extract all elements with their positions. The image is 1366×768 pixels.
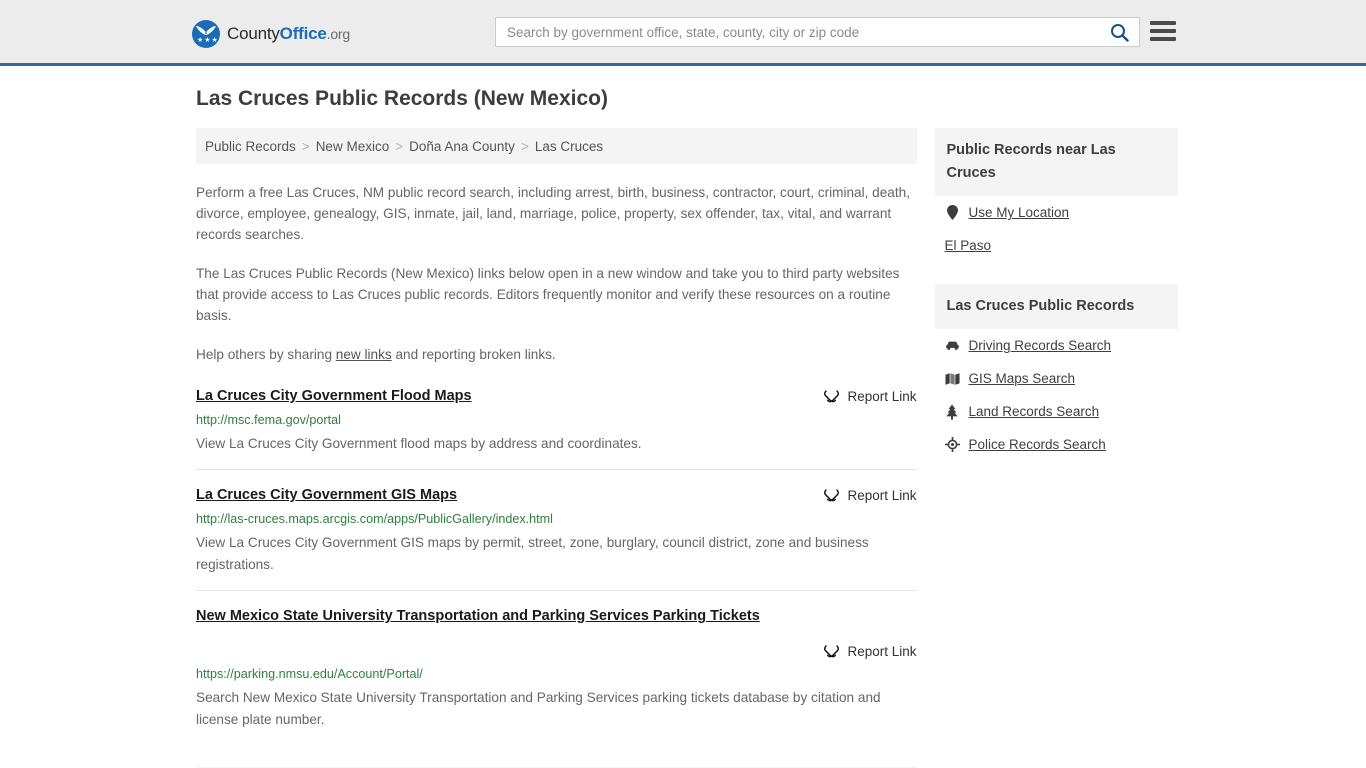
- report-link-label: Report Link: [847, 389, 917, 404]
- police-records-search-link[interactable]: Police Records Search: [969, 437, 1106, 452]
- report-link-button[interactable]: Report Link: [196, 642, 917, 660]
- breadcrumb-item-0[interactable]: Public Records: [205, 139, 296, 154]
- page-title: Las Cruces Public Records (New Mexico): [196, 87, 608, 110]
- result-url: http://las-cruces.maps.arcgis.com/apps/P…: [196, 512, 553, 526]
- report-link-label: Report Link: [847, 644, 917, 659]
- sidebar: Public Records near Las Cruces Use My Lo…: [934, 128, 1179, 768]
- breadcrumb-item-2[interactable]: Doña Ana County: [409, 139, 515, 154]
- report-link-label: Report Link: [847, 488, 917, 503]
- result-header: La Cruces City Government Flood Maps Rep…: [196, 387, 917, 406]
- list-item[interactable]: Land Records Search: [935, 395, 1179, 428]
- site-logo[interactable]: ★★★ CountyOffice.org: [192, 19, 350, 49]
- help-prefix-text: Help others by sharing: [196, 347, 336, 362]
- intro-paragraph: Perform a free Las Cruces, NM public rec…: [196, 185, 910, 242]
- list-item[interactable]: Police Records Search: [935, 428, 1179, 461]
- broken-chain-icon: [824, 390, 840, 403]
- brand-part-office: Office: [279, 24, 327, 43]
- hamburger-bar-2: [1150, 29, 1176, 33]
- result-url: http://msc.fema.gov/portal: [196, 413, 341, 427]
- list-item[interactable]: GIS Maps Search: [935, 362, 1179, 395]
- page-body: Las Cruces Public Records (New Mexico) P…: [0, 66, 1366, 768]
- report-link-button[interactable]: Report Link: [823, 486, 917, 504]
- breadcrumb-separator-2: >: [520, 138, 529, 154]
- countyoffice-emblem-icon: ★★★: [192, 20, 220, 48]
- list-item[interactable]: Use My Location: [935, 196, 1179, 229]
- tree-icon: [945, 404, 960, 420]
- result-item: La Cruces City Government GIS Maps Repor…: [196, 486, 917, 591]
- result-item: New Mexico State University Transportati…: [196, 607, 917, 745]
- search-bar[interactable]: [495, 17, 1140, 47]
- car-icon: [945, 338, 960, 353]
- stars-icon: ★★★: [197, 37, 219, 44]
- breadcrumb: Public Records > New Mexico > Doña Ana C…: [196, 128, 917, 164]
- site-header: ★★★ CountyOffice.org: [0, 0, 1366, 66]
- driving-records-search-link[interactable]: Driving Records Search: [969, 338, 1112, 353]
- panel-public-records-near: Public Records near Las Cruces Use My Lo…: [934, 128, 1179, 262]
- broken-chain-icon: [824, 489, 840, 502]
- list-item[interactable]: Driving Records Search: [935, 329, 1179, 362]
- content-container: Las Cruces Public Records (New Mexico) P…: [188, 66, 1178, 768]
- nearby-city-link[interactable]: El Paso: [945, 238, 992, 253]
- brand-part-org: .org: [326, 26, 351, 42]
- hamburger-bar-3: [1150, 37, 1176, 41]
- result-description: View La Cruces City Government GIS maps …: [196, 535, 869, 572]
- broken-chain-icon: [824, 645, 840, 658]
- result-description: View La Cruces City Government flood map…: [196, 436, 642, 451]
- secondary-paragraph: The Las Cruces Public Records (New Mexic…: [196, 266, 900, 323]
- brand-part-county: County: [227, 24, 280, 43]
- results-list: La Cruces City Government Flood Maps Rep…: [196, 387, 917, 745]
- report-link-button[interactable]: Report Link: [823, 387, 917, 405]
- breadcrumb-separator-1: >: [395, 138, 404, 154]
- result-title-link[interactable]: New Mexico State University Transportati…: [196, 608, 760, 624]
- use-my-location-link[interactable]: Use My Location: [969, 205, 1070, 220]
- result-item: La Cruces City Government Flood Maps Rep…: [196, 387, 917, 470]
- panel-heading: Public Records near Las Cruces: [934, 128, 1178, 196]
- new-links-link[interactable]: new links: [336, 347, 392, 362]
- list-item[interactable]: El Paso: [935, 229, 1179, 262]
- result-description: Search New Mexico State University Trans…: [196, 690, 881, 727]
- panel-las-cruces-public-records: Las Cruces Public Records Driving Record: [934, 284, 1179, 461]
- search-button[interactable]: [1099, 18, 1139, 46]
- map-pin-icon: [945, 205, 960, 220]
- hamburger-bar-1: [1150, 21, 1176, 25]
- help-paragraph: Help others by sharing new links and rep…: [196, 344, 917, 365]
- land-records-search-link[interactable]: Land Records Search: [969, 404, 1100, 419]
- result-header: La Cruces City Government GIS Maps Repor…: [196, 486, 917, 505]
- search-input[interactable]: [496, 18, 1099, 46]
- result-url: https://parking.nmsu.edu/Account/Portal/: [196, 667, 423, 681]
- records-list: Driving Records Search GIS Maps Search L…: [935, 329, 1179, 461]
- hamburger-menu-button[interactable]: [1150, 19, 1176, 43]
- main-column: Public Records > New Mexico > Doña Ana C…: [188, 128, 917, 768]
- result-header: New Mexico State University Transportati…: [196, 607, 917, 660]
- search-icon: [1110, 23, 1129, 42]
- crosshair-icon: [944, 437, 960, 452]
- result-title-link[interactable]: La Cruces City Government GIS Maps: [196, 486, 457, 505]
- nearby-list: Use My Location El Paso: [935, 196, 1179, 262]
- breadcrumb-item-3[interactable]: Las Cruces: [535, 139, 603, 154]
- help-suffix-text: and reporting broken links.: [391, 347, 556, 362]
- two-column-layout: Public Records > New Mexico > Doña Ana C…: [188, 128, 1178, 768]
- brand-wordmark: CountyOffice.org: [227, 24, 350, 44]
- result-title-link[interactable]: La Cruces City Government Flood Maps: [196, 387, 472, 406]
- breadcrumb-separator-0: >: [301, 138, 310, 154]
- panel-heading: Las Cruces Public Records: [934, 284, 1178, 329]
- breadcrumb-item-1[interactable]: New Mexico: [316, 139, 390, 154]
- folded-map-icon: [944, 371, 960, 386]
- gis-maps-search-link[interactable]: GIS Maps Search: [969, 371, 1076, 386]
